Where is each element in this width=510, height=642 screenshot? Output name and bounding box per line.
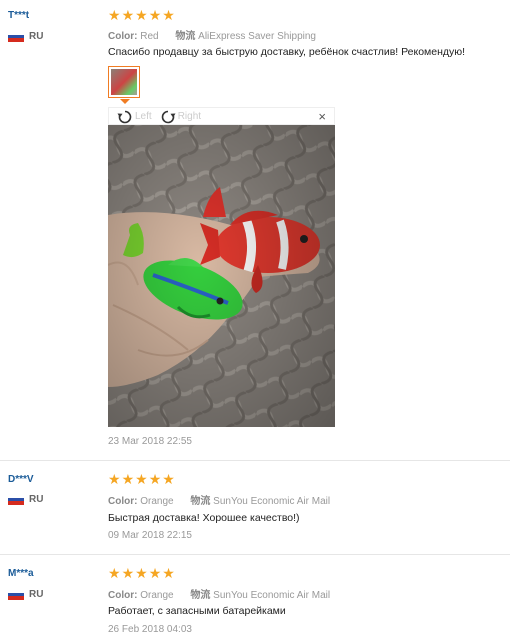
star-icon: ★ [108, 471, 121, 487]
star-icon: ★ [135, 7, 148, 23]
color-value: Orange [140, 496, 174, 507]
review-date: 09 Mar 2018 22:15 [108, 530, 192, 541]
rotate-right-button[interactable]: Right [160, 109, 201, 124]
color-value: Red [140, 31, 159, 42]
review-text: Работает, с запасными батарейками [108, 605, 286, 617]
country-code: RU [29, 589, 44, 600]
star-icon: ★ [108, 7, 121, 23]
review-date: 23 Mar 2018 22:55 [108, 436, 192, 447]
reviewer-name[interactable]: M***a [8, 568, 34, 579]
reviewer-name[interactable]: T***t [8, 10, 29, 21]
color-label: Color: [108, 31, 138, 42]
reviewer-country: RU [8, 589, 43, 600]
review-divider [0, 554, 510, 555]
reviewer-country: RU [8, 494, 43, 505]
star-icon: ★ [135, 471, 148, 487]
order-meta: Color: Orange 物流 SunYou Economic Air Mai… [108, 492, 330, 507]
star-icon: ★ [121, 7, 135, 23]
star-icon: ★ [148, 7, 162, 23]
shipping-value: SunYou Economic Air Mail [213, 496, 331, 507]
review-date: 26 Feb 2018 04:03 [108, 624, 192, 635]
star-icon: ★ [162, 7, 175, 23]
shipping-label: 物流 [175, 31, 196, 42]
order-meta: Color: Red 物流 AliExpress Saver Shipping [108, 27, 316, 42]
rating-stars: ★ ★ ★ ★ ★ [108, 472, 175, 486]
color-value: Orange [140, 590, 174, 601]
review-photo-thumbnail[interactable] [108, 66, 140, 98]
star-icon: ★ [135, 565, 148, 581]
star-icon: ★ [121, 565, 135, 581]
rating-stars: ★ ★ ★ ★ ★ [108, 566, 175, 580]
reviewer-country: RU [8, 31, 43, 42]
photo-viewer: Left Right × [108, 107, 335, 427]
review-text: Спасибо продавцу за быструю доставку, ре… [108, 46, 466, 58]
rotate-right-icon [161, 110, 176, 123]
color-label: Color: [108, 496, 138, 507]
country-code: RU [29, 31, 44, 42]
russia-flag-icon [8, 589, 24, 600]
photo-viewer-toolbar: Left Right × [108, 107, 335, 125]
star-icon: ★ [108, 565, 121, 581]
color-label: Color: [108, 590, 138, 601]
star-icon: ★ [148, 565, 162, 581]
rotate-left-label: Left [135, 110, 152, 122]
thumbnail-pointer [120, 99, 130, 104]
rotate-left-icon [117, 110, 132, 123]
rating-stars: ★ ★ ★ ★ ★ [108, 8, 175, 22]
star-icon: ★ [162, 471, 175, 487]
star-icon: ★ [148, 471, 162, 487]
shipping-label: 物流 [190, 590, 211, 601]
shipping-label: 物流 [190, 496, 211, 507]
rotate-right-label: Right [177, 110, 202, 122]
review-photo [108, 125, 335, 427]
russia-flag-icon [8, 31, 24, 42]
review-divider [0, 460, 510, 461]
country-code: RU [29, 494, 44, 505]
star-icon: ★ [121, 471, 135, 487]
review-text: Быстрая доставка! Хорошее качество!) [108, 512, 300, 524]
shipping-value: SunYou Economic Air Mail [213, 590, 331, 601]
close-viewer-button[interactable]: × [318, 109, 326, 124]
star-icon: ★ [162, 565, 175, 581]
reviewer-name[interactable]: D***V [8, 474, 34, 485]
rotate-left-button[interactable]: Left [117, 109, 152, 124]
russia-flag-icon [8, 494, 24, 505]
photo-image [108, 125, 335, 427]
order-meta: Color: Orange 物流 SunYou Economic Air Mai… [108, 586, 330, 601]
shipping-value: AliExpress Saver Shipping [198, 31, 316, 42]
